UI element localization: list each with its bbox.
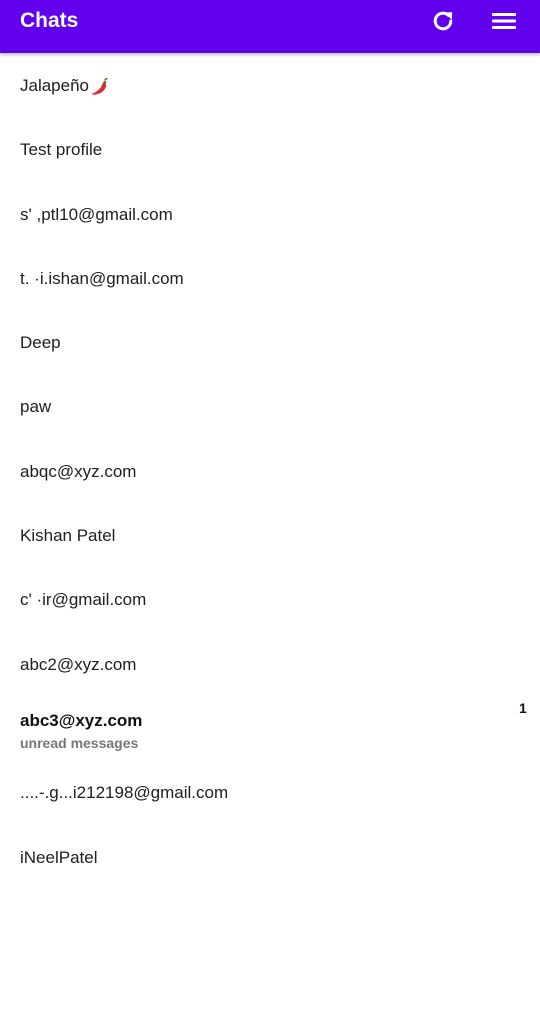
page-title: Chats: [20, 9, 79, 32]
chat-item-6[interactable]: abqc@xyz.com: [0, 439, 540, 503]
chat-name: ....-.g...i212198@gmail.com: [20, 783, 229, 803]
chili-pepper-icon: [91, 77, 108, 95]
chat-item-3[interactable]: t. ·i.ishan@gmail.com: [0, 246, 540, 310]
unread-label: unread messages: [20, 734, 139, 751]
chat-item-9[interactable]: abc2@xyz.com: [0, 632, 540, 696]
menu-button[interactable]: [489, 6, 519, 36]
chat-name: Deep: [20, 333, 61, 353]
chat-name: abc2@xyz.com: [20, 654, 137, 674]
chat-list: Jalapeño Test profile s' ,ptl10@gmail.co…: [0, 53, 540, 889]
chat-name: Jalapeño: [20, 76, 110, 96]
chat-item-11[interactable]: ....-.g...i212198@gmail.com: [0, 760, 540, 824]
chat-name: Kishan Patel: [20, 526, 116, 546]
chat-item-1[interactable]: Test profile: [0, 117, 540, 181]
app-bar: Chats: [0, 0, 540, 53]
chat-item-7[interactable]: Kishan Patel: [0, 503, 540, 567]
chat-item-4[interactable]: Deep: [0, 310, 540, 374]
chat-item-2[interactable]: s' ,ptl10@gmail.com: [0, 182, 540, 246]
chat-name: abc3@xyz.com: [20, 710, 143, 730]
chat-name: paw: [20, 397, 52, 417]
unread-count-badge: 1: [519, 699, 527, 716]
chat-item-0[interactable]: Jalapeño: [0, 53, 540, 117]
menu-icon: [492, 13, 516, 29]
chat-name: abqc@xyz.com: [20, 461, 137, 481]
chat-name: Test profile: [20, 140, 103, 160]
chat-name: c' ·ir@gmail.com: [20, 590, 147, 610]
chat-item-12[interactable]: iNeelPatel: [0, 825, 540, 889]
chat-name: iNeelPatel: [20, 847, 98, 867]
refresh-button[interactable]: [428, 6, 458, 36]
chat-item-8[interactable]: c' ·ir@gmail.com: [0, 567, 540, 631]
chat-name: t. ·i.ishan@gmail.com: [20, 268, 184, 288]
chat-name: s' ,ptl10@gmail.com: [20, 204, 173, 224]
chat-item-10[interactable]: abc3@xyz.com unread messages 1: [0, 696, 540, 760]
refresh-icon: [433, 11, 453, 31]
chat-item-5[interactable]: paw: [0, 374, 540, 438]
